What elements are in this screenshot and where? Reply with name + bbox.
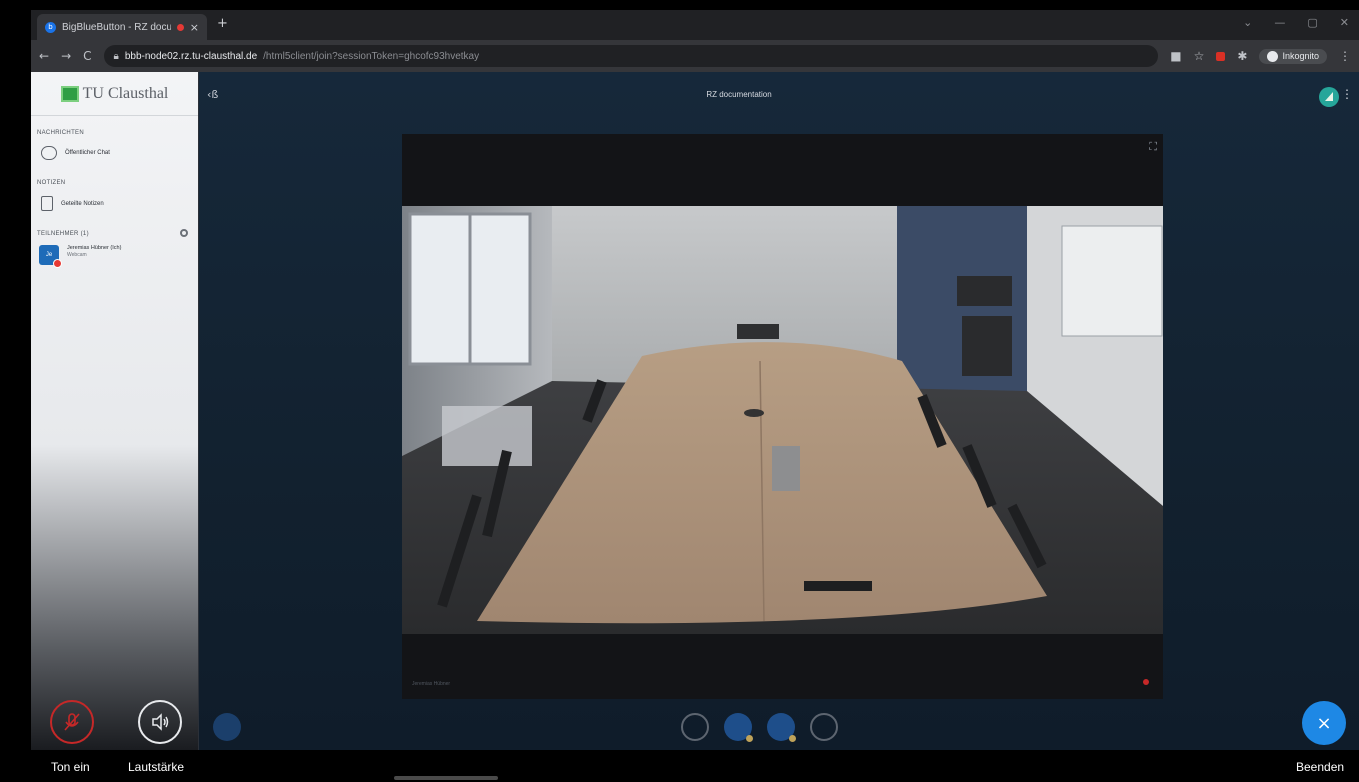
tab-close-button[interactable]: × — [190, 21, 199, 34]
participant-status: Webcam — [67, 252, 87, 258]
meeting-title: RZ documentation — [706, 90, 772, 99]
participant-text: Jeremias Hübner (Ich) Webcam — [67, 245, 121, 258]
participant-name: Jeremias Hübner (Ich) — [67, 245, 122, 251]
participants-header: TEILNEHMER (1) — [31, 217, 198, 241]
section-messages-heading: NACHRICHTEN — [37, 130, 84, 136]
tab-bar: b BigBlueButton - RZ docume... × + ⌄ — ▢… — [31, 10, 1359, 40]
section-participants-heading: TEILNEHMER (1) — [37, 231, 89, 237]
camera-icon[interactable]: ■ — [1170, 49, 1181, 63]
minimize-button[interactable]: — — [1274, 16, 1285, 29]
connection-status-icon[interactable] — [1319, 87, 1339, 107]
unmute-label: Ton ein — [51, 760, 90, 774]
browser-tab[interactable]: b BigBlueButton - RZ docume... × — [37, 14, 207, 40]
reload-button[interactable]: C — [83, 49, 91, 63]
webcam-badge-icon — [789, 735, 796, 742]
incognito-badge[interactable]: Inkognito — [1259, 48, 1327, 64]
forward-button[interactable]: → — [61, 49, 71, 63]
audio-badge-icon — [746, 735, 753, 742]
join-audio-button[interactable] — [724, 713, 753, 742]
browser-menu-button[interactable]: ⋮ — [1339, 49, 1351, 63]
url-host: bbb-node02.rz.tu-clausthal.de — [124, 50, 258, 62]
webcam-video: ⛶ Jeremias Hübner — [402, 134, 1163, 699]
volume-button[interactable] — [138, 700, 182, 744]
tab-search-button[interactable]: ⌄ — [1243, 16, 1252, 29]
back-button[interactable]: ← — [39, 49, 49, 63]
fullscreen-button[interactable]: ⛶ — [1149, 140, 1157, 154]
tab-title: BigBlueButton - RZ docume... — [62, 21, 171, 33]
speaker-icon — [152, 713, 169, 731]
video-status-dot-icon — [1143, 679, 1149, 685]
new-tab-button[interactable]: + — [217, 16, 228, 31]
unmute-button[interactable] — [50, 700, 94, 744]
volume-label: Lautstärke — [128, 760, 185, 774]
end-call-label: Beenden — [1296, 760, 1345, 774]
lock-icon: 🔒︎ — [113, 50, 119, 62]
mic-off-icon — [64, 713, 80, 731]
brand-logo: TU Clausthal — [31, 72, 198, 116]
gear-icon[interactable] — [180, 229, 188, 237]
video-username: Jeremias Hübner — [412, 681, 451, 687]
public-chat-label: Öffentlicher Chat — [65, 150, 110, 156]
tu-clausthal-logo-icon — [60, 85, 79, 102]
chat-bubble-icon — [41, 146, 57, 160]
avatar: Je — [39, 245, 62, 268]
section-notes-heading: NOTIZEN — [37, 180, 66, 186]
extensions-puzzle-icon[interactable]: ✱ — [1237, 49, 1247, 63]
incognito-icon — [1267, 50, 1279, 62]
main-area: ‹ß RZ documentation ⋮ ⛶ Jeremias Hübner — [199, 72, 1359, 750]
address-bar[interactable]: 🔒︎ bbb-node02.rz.tu-clausthal.de/html5cl… — [103, 45, 1159, 67]
notes-document-icon — [41, 196, 53, 211]
user-list-sidebar: TU Clausthal NACHRICHTEN Öffentlicher Ch… — [31, 72, 199, 750]
browser-toolbar: ← → C 🔒︎ bbb-node02.rz.tu-clausthal.de/h… — [31, 40, 1359, 72]
webcam-feed-image — [402, 206, 1163, 634]
screen: b BigBlueButton - RZ docume... × + ⌄ — ▢… — [0, 0, 1359, 782]
participant-item[interactable]: Je Jeremias Hübner (Ich) Webcam — [31, 241, 198, 269]
scrollbar-thumb[interactable] — [394, 776, 498, 780]
bookmark-star-icon[interactable]: ☆ — [1194, 49, 1205, 63]
options-menu-button[interactable]: ⋮ — [1341, 87, 1353, 101]
incognito-label: Inkognito — [1282, 51, 1319, 61]
public-chat-item[interactable]: Öffentlicher Chat — [31, 140, 198, 166]
browser-window: b BigBlueButton - RZ docume... × + ⌄ — ▢… — [31, 10, 1359, 750]
recording-indicator-icon — [176, 23, 184, 31]
conference-room-image — [402, 206, 1163, 634]
brand-name: TU Clausthal — [82, 84, 169, 102]
close-window-button[interactable]: ✕ — [1340, 16, 1349, 29]
maximize-button[interactable]: ▢ — [1307, 16, 1317, 29]
shared-notes-label: Geteilte Notizen — [61, 200, 104, 207]
toolbar-actions: ■ ☆ ✱ Inkognito ⋮ — [1170, 48, 1351, 64]
shared-notes-item[interactable]: Geteilte Notizen — [31, 190, 198, 217]
avatar-initials: Je — [45, 252, 53, 258]
bbb-app: TU Clausthal NACHRICHTEN Öffentlicher Ch… — [31, 72, 1359, 750]
favicon-icon: b — [45, 21, 56, 33]
share-webcam-button[interactable] — [767, 713, 796, 742]
end-call-button[interactable]: × — [1302, 701, 1346, 745]
window-controls: ⌄ — ▢ ✕ — [1243, 16, 1349, 29]
mute-mic-button[interactable] — [681, 713, 709, 741]
url-path: /html5client/join?sessionToken=ghcofc93h… — [263, 50, 480, 62]
actions-plus-button[interactable] — [213, 713, 241, 741]
screen-share-button[interactable] — [810, 713, 838, 741]
extension-icon[interactable] — [1216, 51, 1226, 61]
muted-mic-icon — [53, 259, 62, 268]
